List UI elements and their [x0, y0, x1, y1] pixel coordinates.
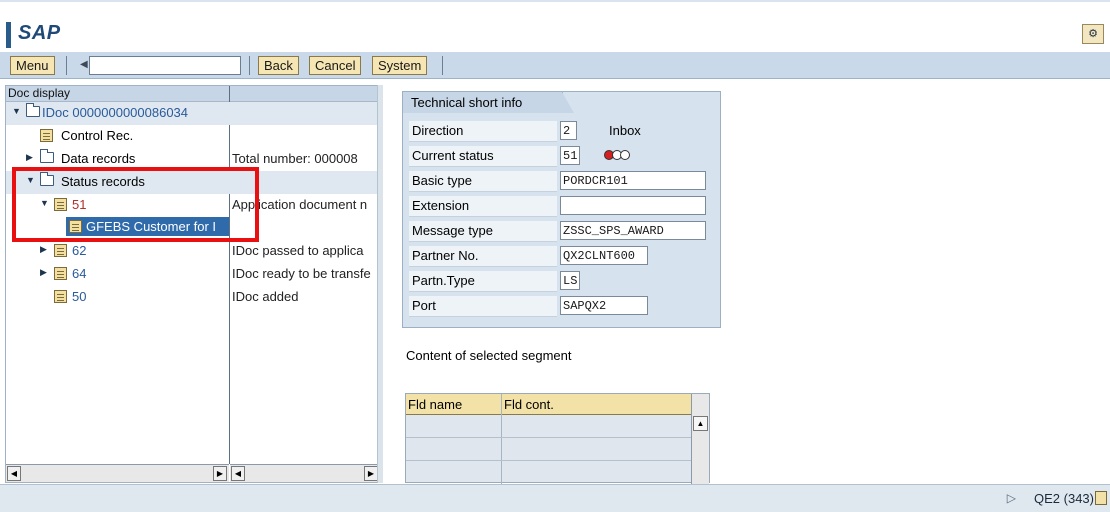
tree-hscrollbar[interactable]: ◀ ▶ [6, 464, 229, 482]
scroll-right-icon[interactable]: ▶ [364, 466, 378, 481]
command-field[interactable] [89, 56, 241, 75]
extension-value [560, 196, 706, 215]
app-title: SAP [18, 22, 61, 44]
partner-no-value: QX2CLNT600 [560, 246, 648, 265]
tree-node-status-50[interactable]: 50 IDoc added [6, 286, 380, 309]
partner-type-value: LS [560, 271, 580, 290]
field-label: Direction [409, 121, 557, 142]
tree-header: Doc display [6, 86, 379, 102]
cancel-button[interactable]: Cancel [309, 56, 362, 75]
back-button[interactable]: Back [258, 56, 299, 75]
command-field-toggle-icon[interactable]: ◀ [80, 59, 88, 70]
field-partner-no: Partner No. QX2CLNT600 [409, 245, 719, 268]
grid-vscrollbar[interactable]: ▲ [691, 394, 709, 484]
message-type-value: ZSSC_SPS_AWARD [560, 221, 706, 240]
system-info[interactable]: QE2 (343) [1034, 491, 1094, 506]
technical-info-title: Technical short info [403, 92, 574, 113]
document-icon [54, 244, 70, 257]
tree-node-label: 50 [72, 289, 87, 304]
column-header-fld-cont[interactable]: Fld cont. [504, 397, 554, 412]
title-bar: SAP ⚙ [0, 0, 1110, 52]
tree-node-idoc[interactable]: ▼ IDoc 0000000000086034 [6, 102, 380, 125]
status-traffic-light-icon [604, 150, 636, 161]
document-icon [54, 290, 70, 303]
sap-window: SAP ⚙ Menu ◀ Back Cancel System Doc disp… [0, 0, 1110, 512]
desc-hscrollbar[interactable]: ◀ ▶ [230, 464, 380, 482]
tree-node-label: Data records [61, 151, 136, 166]
scroll-left-icon[interactable]: ◀ [7, 466, 21, 481]
field-label: Current status [409, 146, 557, 167]
field-label: Extension [409, 196, 557, 217]
tree-node-label: IDoc 0000000000086034 [42, 105, 189, 120]
grid-column-divider [501, 394, 502, 484]
field-direction: Direction 2 Inbox [409, 120, 719, 143]
scroll-right-icon[interactable]: ▶ [213, 466, 227, 481]
field-message-type: Message type ZSSC_SPS_AWARD [409, 220, 719, 243]
status-expand-icon[interactable]: ▷ [1007, 491, 1016, 505]
field-label: Basic type [409, 171, 557, 192]
tree-node-status-62[interactable]: ▶ 62 IDoc passed to applica [6, 240, 380, 263]
toolbar-separator [66, 56, 67, 75]
document-icon [54, 267, 70, 280]
document-icon [40, 129, 56, 142]
menu-button[interactable]: Menu [10, 56, 55, 75]
tree-node-label: 62 [72, 243, 87, 258]
highlight-box [12, 167, 259, 242]
collapsed-icon[interactable]: ▶ [26, 152, 33, 163]
tree-node-description: Total number: 000008 [232, 151, 358, 166]
status-menu-icon[interactable] [1095, 491, 1107, 505]
field-label: Partner No. [409, 246, 557, 267]
system-menu-button[interactable]: System [372, 56, 428, 75]
field-basic-type: Basic type PORDCR101 [409, 170, 719, 193]
field-partner-type: Partn.Type LS [409, 270, 719, 293]
field-port: Port SAPQX2 [409, 295, 719, 318]
toolbar: Menu ◀ Back Cancel System [0, 52, 1110, 79]
grid-row-divider [406, 460, 691, 461]
tree-node-description: IDoc ready to be transfe [232, 266, 371, 281]
direction-value: 2 [560, 121, 577, 140]
toolbar-separator [249, 56, 250, 75]
segment-content-grid: Fld name Fld cont. ▲ [405, 393, 710, 484]
field-label: Partn.Type [409, 271, 557, 292]
scroll-left-icon[interactable]: ◀ [231, 466, 245, 481]
status-bar: ▷ QE2 (343) [0, 484, 1110, 512]
expanded-icon[interactable]: ▼ [12, 106, 21, 116]
customize-layout-icon[interactable]: ⚙ [1082, 24, 1104, 44]
current-status-value: 51 [560, 146, 580, 165]
scroll-up-icon[interactable]: ▲ [693, 416, 708, 431]
port-value: SAPQX2 [560, 296, 648, 315]
collapsed-icon[interactable]: ▶ [40, 244, 47, 255]
field-label: Message type [409, 221, 557, 242]
tree-node-description: IDoc passed to applica [232, 243, 364, 258]
collapsed-icon[interactable]: ▶ [40, 267, 47, 278]
grid-row-divider [406, 437, 691, 438]
tree-node-description: IDoc added [232, 289, 299, 304]
grid-header: Fld name Fld cont. [406, 394, 691, 415]
field-extension: Extension [409, 195, 719, 218]
folder-icon [40, 149, 56, 165]
tree-node-label: 64 [72, 266, 87, 281]
title-accent [6, 22, 11, 48]
field-label: Port [409, 296, 557, 317]
tree-node-label: Control Rec. [61, 128, 134, 143]
pane-splitter[interactable] [377, 85, 383, 483]
toolbar-separator [442, 56, 443, 75]
basic-type-value: PORDCR101 [560, 171, 706, 190]
idoc-tree-pane: Doc display ▼ IDoc 0000000000086034 Cont… [5, 85, 380, 483]
column-header-fld-name[interactable]: Fld name [408, 397, 462, 412]
technical-info-box: Technical short info Direction 2 Inbox C… [402, 91, 721, 328]
tree-node-status-64[interactable]: ▶ 64 IDoc ready to be transfe [6, 263, 380, 286]
open-folder-icon [26, 103, 42, 119]
segment-content-title: Content of selected segment [406, 348, 572, 363]
tree-node-control-rec[interactable]: Control Rec. [6, 125, 380, 148]
field-current-status: Current status 51 [409, 145, 719, 168]
detail-pane: Technical short info Direction 2 Inbox C… [384, 85, 1110, 484]
direction-text: Inbox [609, 123, 641, 138]
